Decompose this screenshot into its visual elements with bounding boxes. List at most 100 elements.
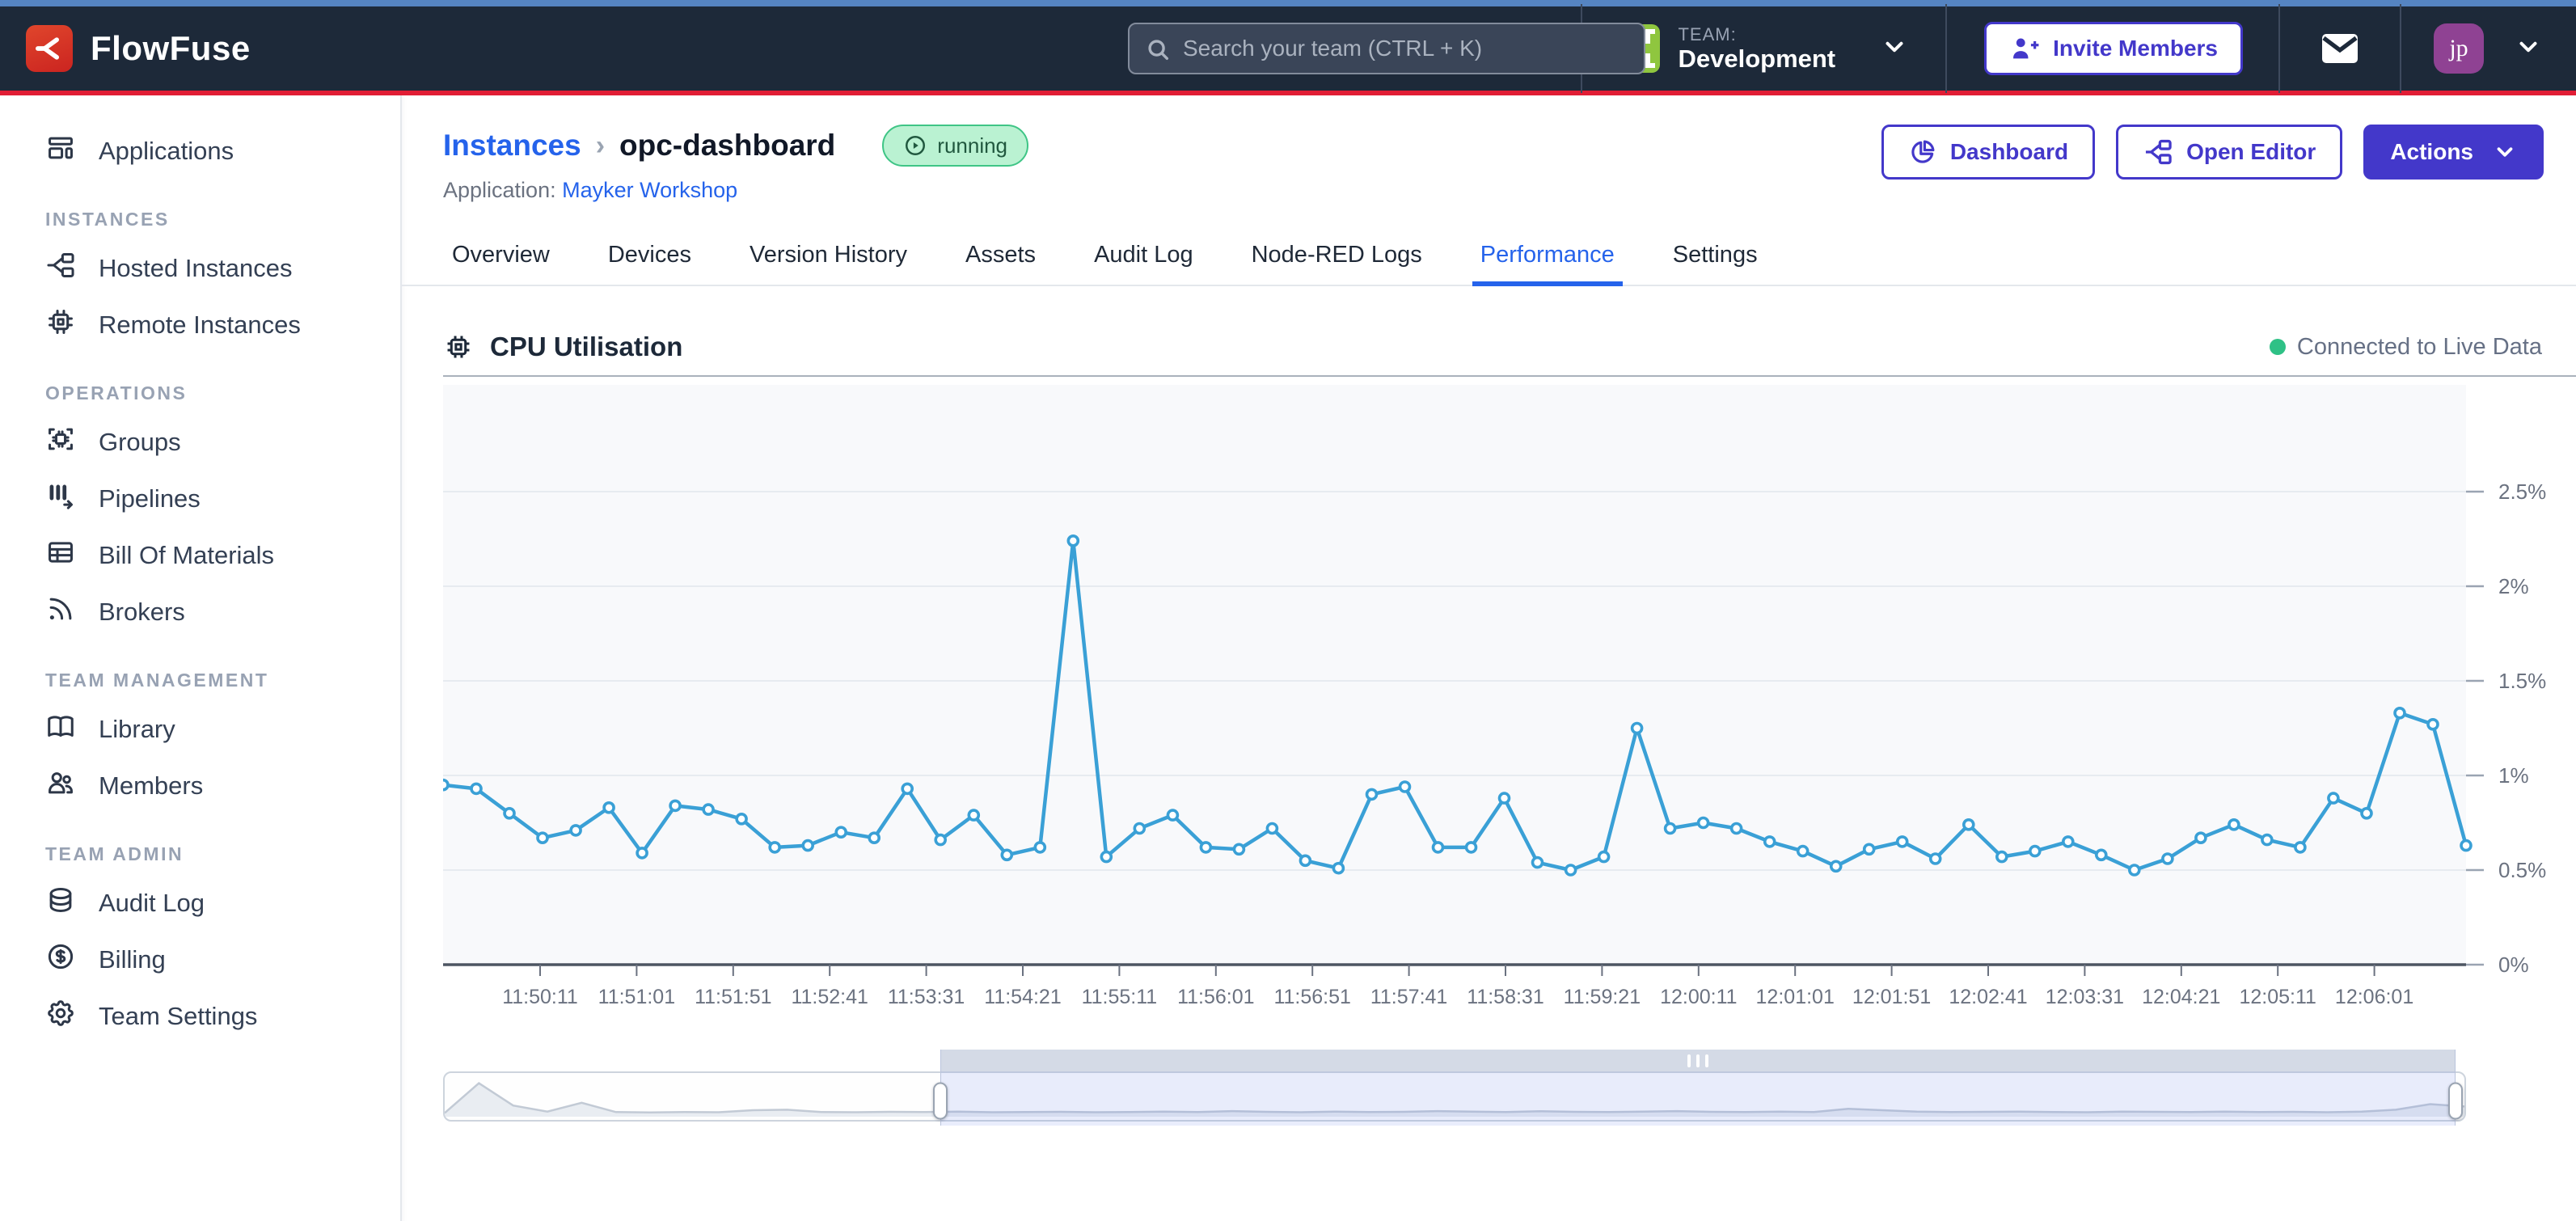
sidebar-item-brokers[interactable]: Brokers — [0, 584, 400, 640]
svg-text:0%: 0% — [2498, 953, 2529, 977]
sidebar-item-members[interactable]: Members — [0, 758, 400, 814]
svg-text:11:56:01: 11:56:01 — [1177, 986, 1254, 1008]
sidebar-item-remote-instances[interactable]: Remote Instances — [0, 297, 400, 353]
open-editor-button-label: Open Editor — [2186, 139, 2316, 165]
navbar: FlowFuse TEAM: — [0, 6, 2576, 95]
tabs-bar: Overview Devices Version History Assets Audi… — [402, 227, 2576, 286]
search-input[interactable] — [1128, 23, 1645, 74]
team-label: TEAM: — [1678, 24, 1835, 44]
svg-text:12:00:11: 12:00:11 — [1660, 986, 1737, 1008]
brush-handle-right[interactable] — [2448, 1083, 2463, 1120]
live-status-text: Connected to Live Data — [2297, 334, 2542, 361]
flowfuse-logo[interactable]: FlowFuse — [0, 25, 251, 72]
applications-icon — [45, 133, 76, 170]
svg-text:11:50:11: 11:50:11 — [502, 986, 578, 1008]
sidebar-item-applications[interactable]: Applications — [0, 123, 400, 180]
svg-text:1%: 1% — [2498, 763, 2529, 788]
sidebar-item-label: Library — [99, 715, 175, 744]
brush-drag-grip[interactable] — [941, 1050, 2455, 1071]
status-badge: running — [882, 125, 1028, 167]
library-icon — [45, 711, 76, 748]
grip-bar-icon — [1705, 1054, 1708, 1067]
grip-bar-icon — [1687, 1054, 1691, 1067]
sidebar-item-audit-log[interactable]: Audit Log — [0, 875, 400, 932]
actions-button[interactable]: Actions — [2363, 125, 2544, 180]
breadcrumb: Instances › opc-dashboard running — [443, 125, 1028, 167]
live-dot-icon — [2270, 339, 2286, 355]
chart-brush — [443, 1071, 2466, 1122]
search-icon — [1144, 36, 1172, 67]
main-content: Instances › opc-dashboard running Applic… — [402, 95, 2576, 1221]
svg-text:11:55:11: 11:55:11 — [1082, 986, 1158, 1008]
pie-chart-icon — [1908, 137, 1937, 167]
sidebar-item-pipelines[interactable]: Pipelines — [0, 471, 400, 527]
pipelines-icon — [45, 480, 76, 518]
user-menu[interactable]: jp — [2401, 23, 2576, 74]
sidebar-item-label: Groups — [99, 428, 181, 457]
sidebar-item-label: Hosted Instances — [99, 254, 293, 283]
brush-selection[interactable] — [940, 1050, 2456, 1126]
svg-text:12:01:51: 12:01:51 — [1852, 986, 1931, 1008]
nav-divider — [1945, 4, 1947, 93]
hosted-instances-icon — [45, 250, 76, 287]
sidebar-section-instances: INSTANCES — [0, 209, 400, 230]
application-label: Application: — [443, 178, 556, 202]
breadcrumb-separator: › — [596, 130, 605, 162]
tab-settings[interactable]: Settings — [1668, 227, 1763, 285]
svg-text:11:54:21: 11:54:21 — [984, 986, 1061, 1008]
svg-text:11:53:31: 11:53:31 — [888, 986, 965, 1008]
svg-text:11:58:31: 11:58:31 — [1467, 986, 1543, 1008]
flowfuse-logo-icon — [26, 25, 73, 72]
sidebar-section-operations: OPERATIONS — [0, 382, 400, 404]
invite-members-button[interactable]: Invite Members — [1984, 22, 2243, 75]
tab-performance[interactable]: Performance — [1476, 227, 1620, 285]
tab-devices[interactable]: Devices — [603, 227, 696, 285]
svg-text:2.5%: 2.5% — [2498, 480, 2546, 504]
svg-text:12:02:41: 12:02:41 — [1949, 986, 2027, 1008]
svg-text:11:52:41: 11:52:41 — [791, 986, 868, 1008]
flow-editor-icon — [2143, 137, 2173, 167]
sidebar-item-label: Applications — [99, 137, 234, 166]
audit-log-icon — [45, 885, 76, 922]
sidebar-item-billing[interactable]: Billing — [0, 932, 400, 988]
svg-text:11:59:21: 11:59:21 — [1564, 986, 1641, 1008]
tab-overview[interactable]: Overview — [447, 227, 555, 285]
sidebar-item-library[interactable]: Library — [0, 701, 400, 758]
svg-text:12:01:01: 12:01:01 — [1756, 986, 1835, 1008]
groups-icon — [45, 424, 76, 461]
chart-title: CPU Utilisation — [490, 332, 682, 362]
tab-assets[interactable]: Assets — [961, 227, 1041, 285]
live-status: Connected to Live Data — [2270, 334, 2560, 361]
open-editor-button[interactable]: Open Editor — [2116, 125, 2342, 180]
sidebar-item-label: Billing — [99, 945, 166, 974]
sidebar-item-label: Bill Of Materials — [99, 541, 274, 570]
team-settings-icon — [45, 998, 76, 1035]
svg-text:11:51:51: 11:51:51 — [695, 986, 771, 1008]
logo-text: FlowFuse — [91, 29, 251, 68]
svg-text:11:57:41: 11:57:41 — [1370, 986, 1447, 1008]
sidebar-item-team-settings[interactable]: Team Settings — [0, 988, 400, 1045]
team-name: Development — [1678, 44, 1835, 74]
chart-header-rule — [443, 375, 2576, 377]
sidebar-item-hosted-instances[interactable]: Hosted Instances — [0, 240, 400, 297]
sidebar-item-label: Remote Instances — [99, 311, 301, 340]
brokers-icon — [45, 594, 76, 631]
grip-bar-icon — [1696, 1054, 1700, 1067]
cpu-chip-icon — [443, 332, 474, 362]
brush-handle-left[interactable] — [933, 1083, 948, 1120]
tab-version-history[interactable]: Version History — [745, 227, 912, 285]
application-link[interactable]: Mayker Workshop — [562, 178, 737, 202]
play-circle-icon — [903, 133, 927, 158]
sidebar-item-bill-of-materials[interactable]: Bill Of Materials — [0, 527, 400, 584]
tab-audit-log[interactable]: Audit Log — [1089, 227, 1198, 285]
sidebar-item-groups[interactable]: Groups — [0, 414, 400, 471]
dashboard-button[interactable]: Dashboard — [1881, 125, 2095, 180]
sidebar-item-label: Audit Log — [99, 889, 205, 918]
notifications-mail-button[interactable] — [2280, 32, 2400, 65]
svg-text:1.5%: 1.5% — [2498, 669, 2546, 693]
svg-text:0.5%: 0.5% — [2498, 858, 2546, 882]
tab-node-red-logs[interactable]: Node-RED Logs — [1247, 227, 1427, 285]
actions-button-label: Actions — [2390, 139, 2473, 165]
members-icon — [45, 767, 76, 805]
breadcrumb-instances-link[interactable]: Instances — [443, 129, 581, 163]
